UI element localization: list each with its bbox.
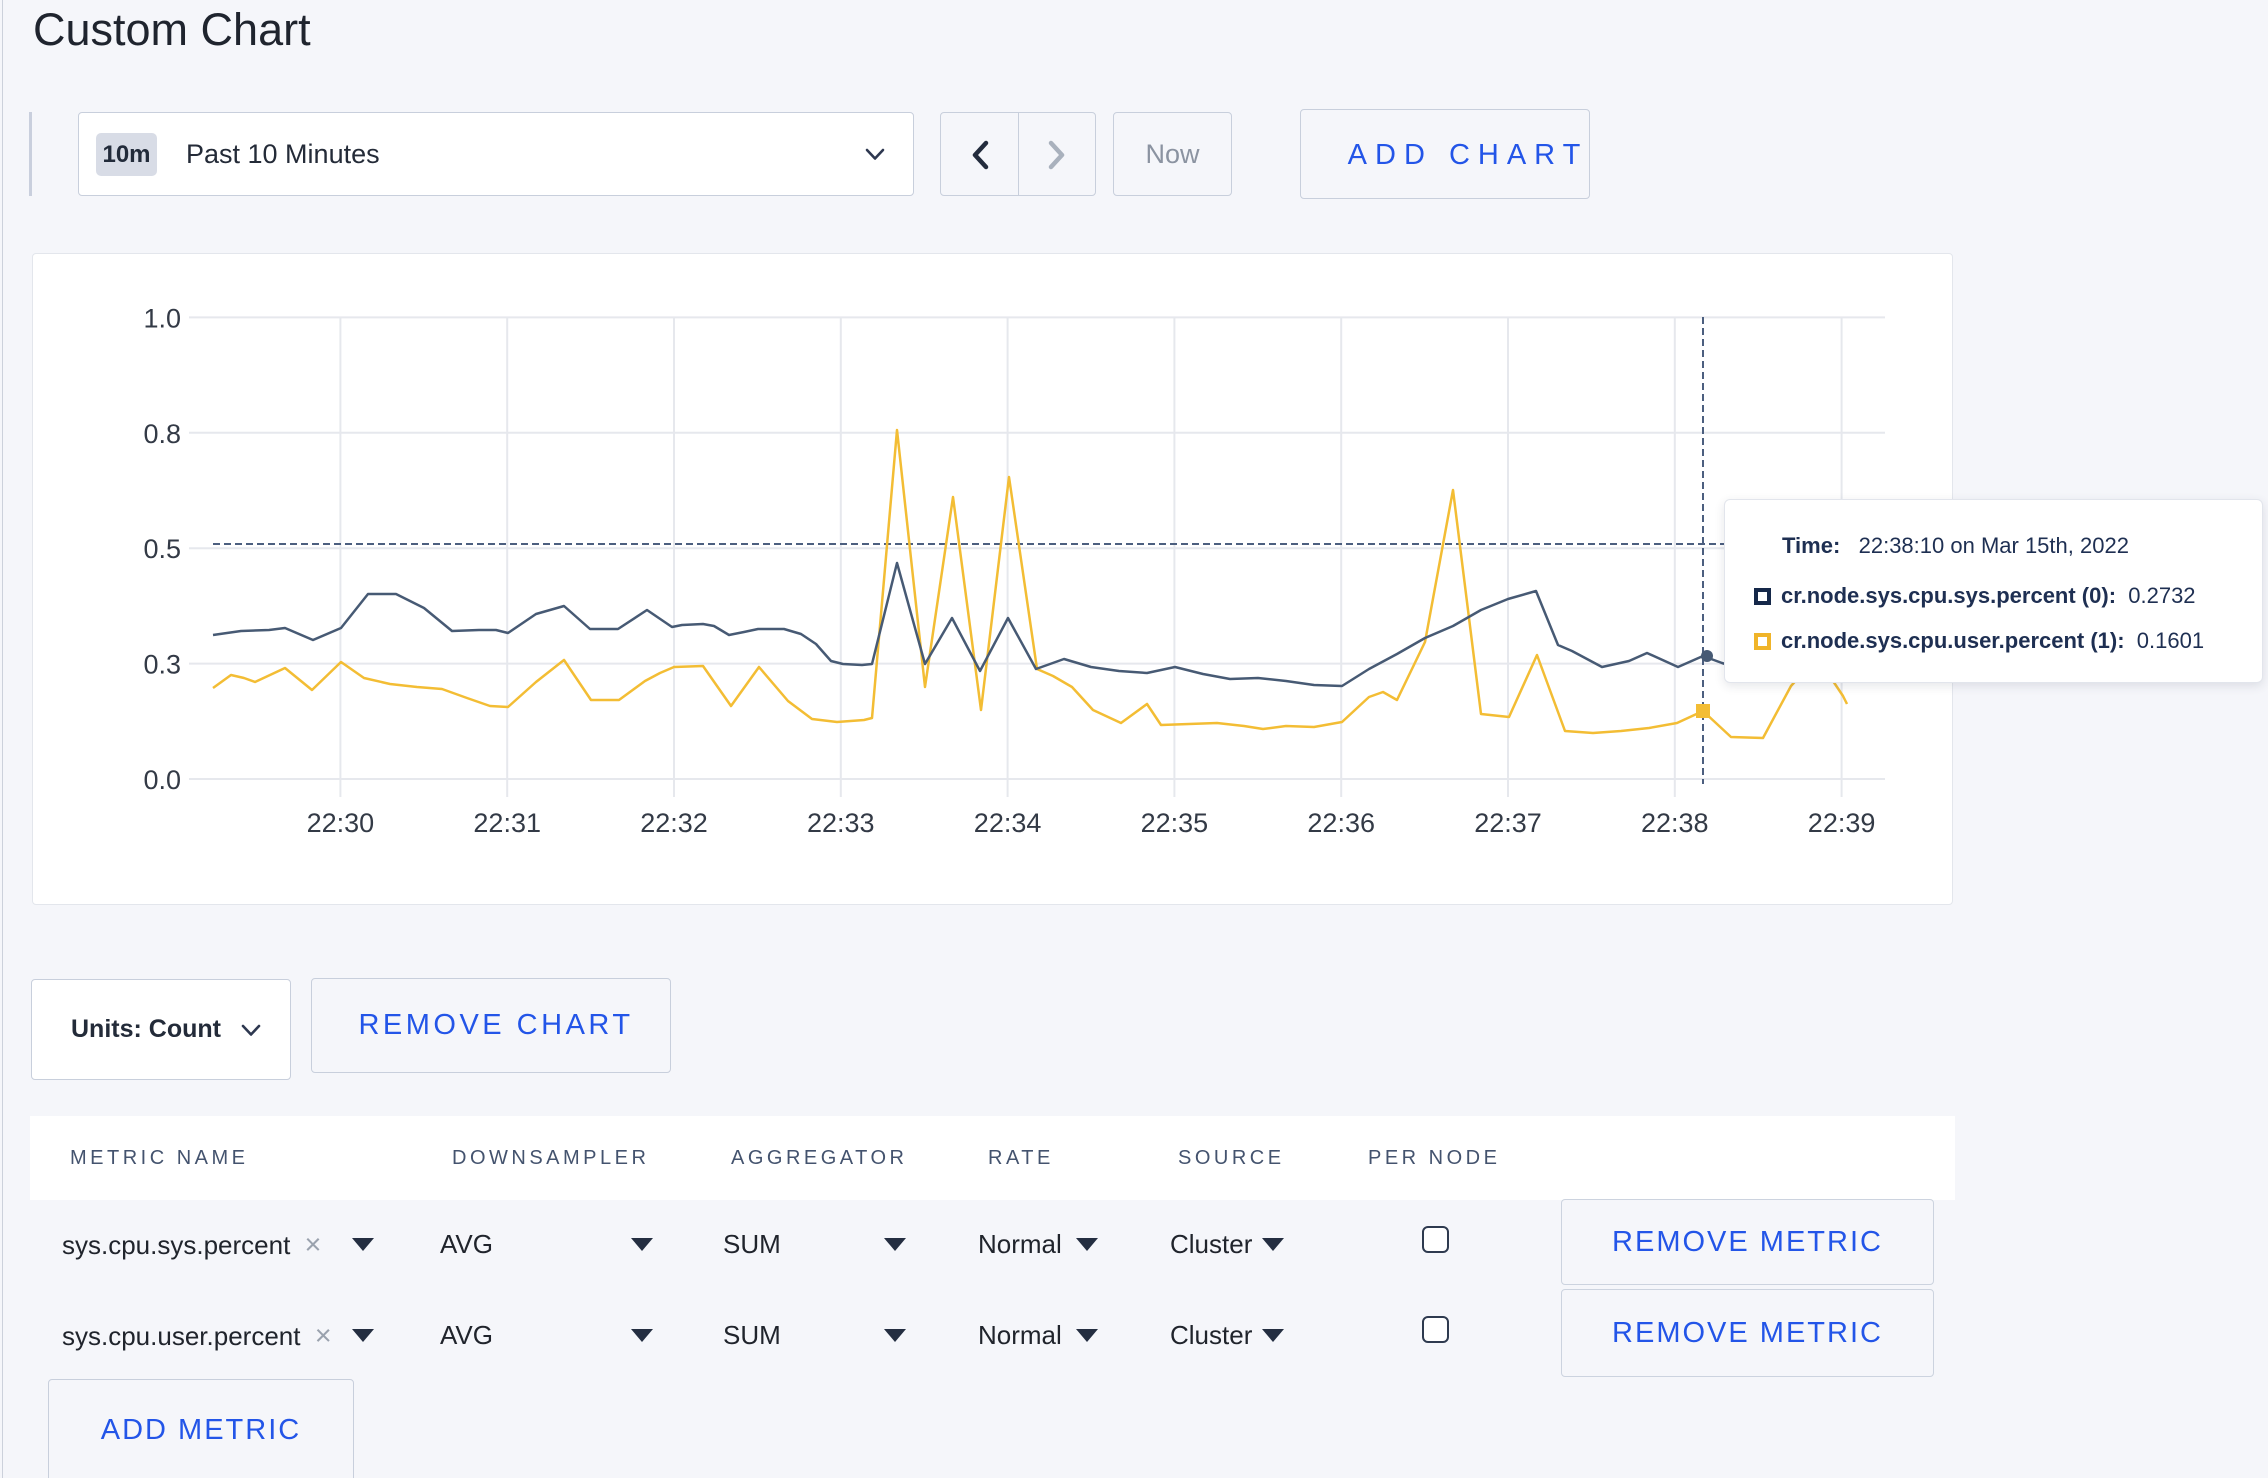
svg-text:0.0: 0.0 — [143, 765, 181, 795]
svg-text:1.0: 1.0 — [143, 303, 181, 333]
svg-text:22:30: 22:30 — [307, 808, 375, 838]
svg-text:22:38: 22:38 — [1641, 808, 1709, 838]
svg-text:0.8: 0.8 — [143, 419, 181, 449]
svg-text:22:39: 22:39 — [1808, 808, 1876, 838]
svg-text:0.5: 0.5 — [143, 534, 181, 564]
svg-text:22:34: 22:34 — [974, 808, 1042, 838]
svg-text:22:33: 22:33 — [807, 808, 875, 838]
svg-text:22:37: 22:37 — [1474, 808, 1542, 838]
svg-text:22:32: 22:32 — [640, 808, 708, 838]
svg-text:0.3: 0.3 — [143, 650, 181, 680]
svg-text:22:36: 22:36 — [1307, 808, 1375, 838]
svg-text:22:35: 22:35 — [1141, 808, 1209, 838]
svg-text:22:31: 22:31 — [473, 808, 541, 838]
